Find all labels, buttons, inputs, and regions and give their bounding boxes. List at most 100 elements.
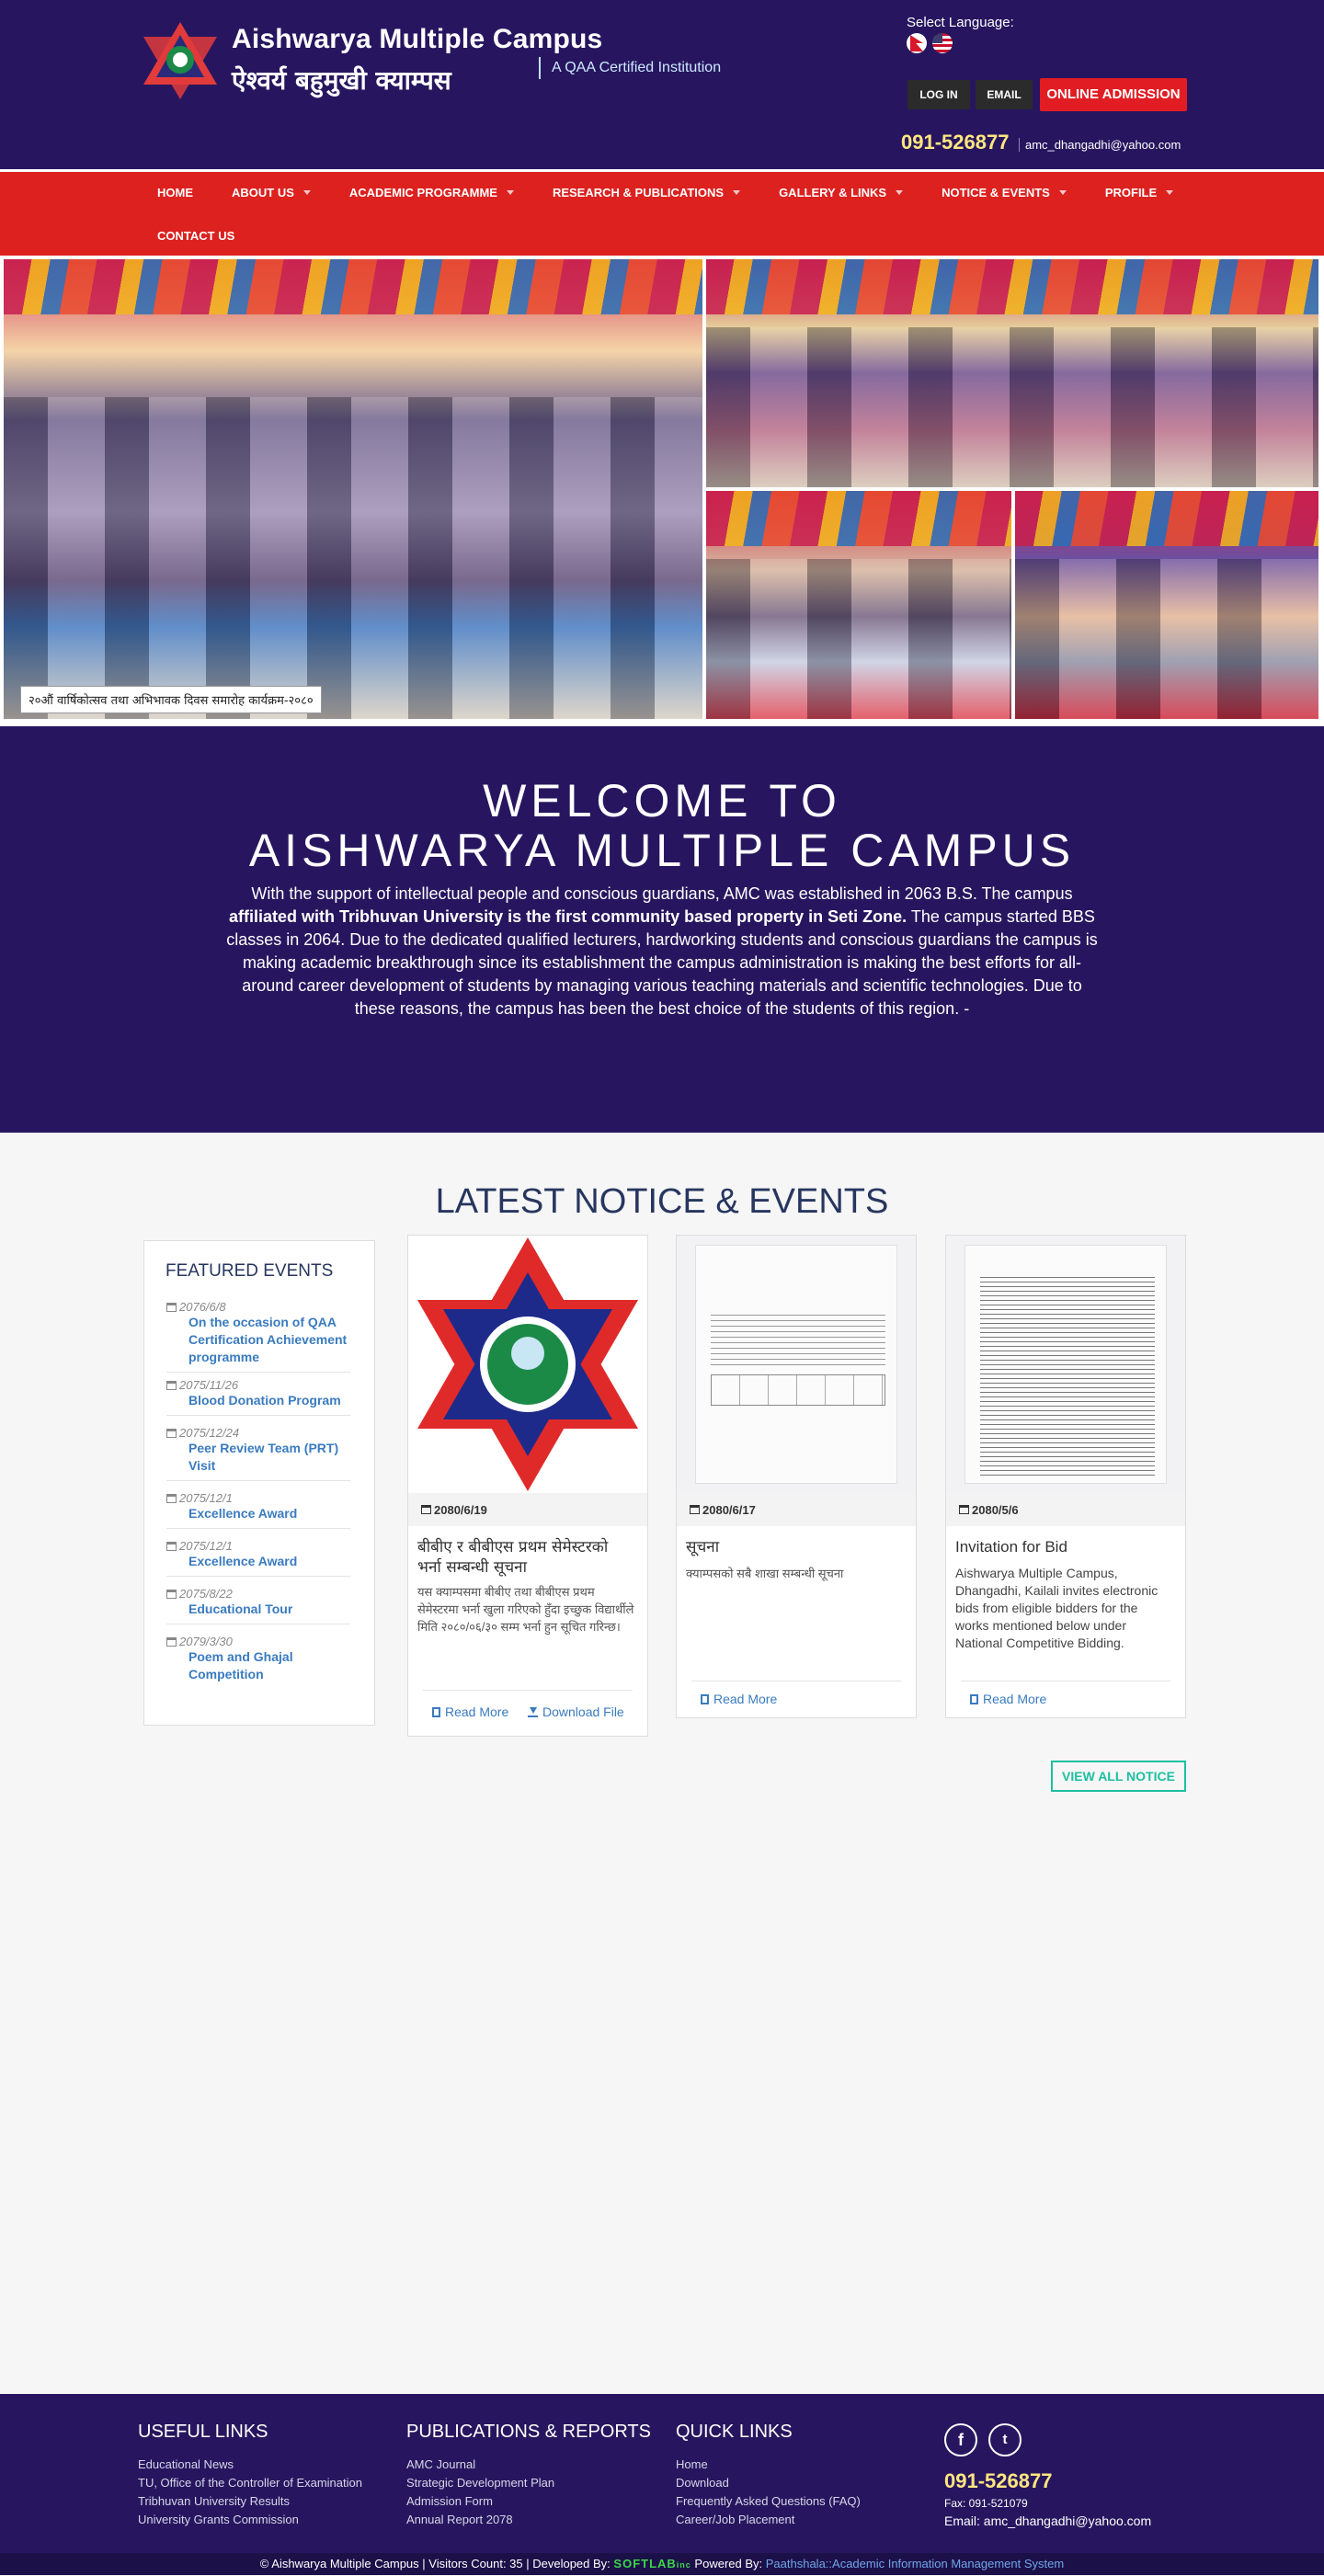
nav-home[interactable]: HOME (157, 186, 193, 199)
link-label: Read More (983, 1692, 1047, 1706)
notice-title[interactable]: सूचना (686, 1537, 903, 1557)
chevron-down-icon (302, 190, 311, 195)
footer-email: Email: amc_dhangadhi@yahoo.com (944, 2513, 1152, 2528)
qaa-certified-tagline: A QAA Certified Institution (539, 57, 721, 79)
aims-link[interactable]: Paathshala::Academic Information Managem… (766, 2557, 1064, 2570)
footer-link[interactable]: Home (676, 2456, 861, 2474)
online-admission-button[interactable]: ONLINE ADMISSION (1040, 78, 1187, 111)
document-icon (432, 1706, 440, 1717)
featured-event-link[interactable]: Excellence Award (188, 1505, 350, 1522)
nav-label: PROFILE (1104, 186, 1158, 199)
event-photo-podium[interactable] (706, 491, 1011, 719)
nav-label: RESEARCH & PUBLICATIONS (552, 186, 725, 199)
list-item: 2075/12/1 Excellence Award (166, 1491, 350, 1529)
notice-thumbnail[interactable] (677, 1236, 916, 1493)
calendar-icon (421, 1505, 431, 1514)
footer-link[interactable]: AMC Journal (406, 2456, 651, 2474)
notice-date: 2080/6/17 (702, 1502, 756, 1517)
footer-link[interactable]: Educational News (138, 2456, 362, 2474)
list-item: 2075/8/22 Educational Tour (166, 1587, 350, 1624)
publications-column: PUBLICATIONS & REPORTS AMC Journal Strat… (406, 2422, 651, 2529)
footer-link[interactable]: Strategic Development Plan (406, 2474, 651, 2492)
list-item: 2075/12/24 Peer Review Team (PRT) Visit (166, 1426, 350, 1481)
us-flag-icon[interactable] (932, 33, 953, 53)
useful-links-column: USEFUL LINKS Educational News TU, Office… (138, 2422, 362, 2529)
read-more-link[interactable]: Read More (432, 1704, 508, 1719)
calendar-icon (166, 1636, 177, 1647)
footer-link[interactable]: TU, Office of the Controller of Examinat… (138, 2474, 362, 2492)
nav-label: ABOUT US (232, 186, 294, 199)
read-more-link[interactable]: Read More (701, 1692, 777, 1706)
footer-link[interactable]: Admission Form (406, 2492, 651, 2511)
home-logo-link[interactable]: Aishwarya Multiple Campus ऐश्वर्य बहुमुख… (136, 17, 602, 105)
chevron-down-icon (1166, 190, 1174, 195)
login-button[interactable]: LOG IN (907, 80, 970, 109)
download-icon (528, 1706, 538, 1717)
footer-link[interactable]: University Grants Commission (138, 2511, 362, 2529)
powered-by-text: Powered By: (691, 2557, 766, 2570)
list-item: 2079/3/30 Poem and Ghajal Competition (166, 1635, 350, 1689)
header-phone: 091-526877 (901, 131, 1010, 154)
nav-label: ACADEMIC PROGRAMME (348, 186, 497, 199)
nav-academic-programme[interactable]: ACADEMIC PROGRAMME (349, 186, 514, 199)
featured-event-link[interactable]: Educational Tour (188, 1601, 350, 1618)
calendar-icon (166, 1493, 177, 1503)
nav-gallery-links[interactable]: GALLERY & LINKS (779, 186, 904, 199)
event-photo-speaker[interactable] (706, 259, 1318, 487)
link-label: Read More (713, 1692, 778, 1706)
featured-event-link[interactable]: Poem and Ghajal Competition (188, 1648, 350, 1683)
softlab-link[interactable]: SOFTLABinc (613, 2557, 691, 2570)
softlab-suffix: inc (676, 2560, 691, 2570)
notice-card: 2080/6/19 बीबीए र बीबीएस प्रथम सेमेस्टरक… (407, 1235, 648, 1737)
notice-title[interactable]: Invitation for Bid (955, 1537, 1172, 1557)
featured-events-title: FEATURED EVENTS (166, 1261, 334, 1281)
nav-contact-us[interactable]: CONTACT US (157, 229, 234, 243)
event-date: 2075/12/24 (179, 1426, 240, 1440)
welcome-section: WELCOME TO AISHWARYA MULTIPLE CAMPUS Wit… (0, 726, 1324, 1133)
footer-link[interactable]: Tribhuvan University Results (138, 2492, 362, 2511)
featured-event-link[interactable]: Peer Review Team (PRT) Visit (188, 1440, 350, 1475)
notice-description: क्याम्पसको सबै शाखा सम्बन्धी सूचना (686, 1567, 844, 1580)
header-email: amc_dhangadhi@yahoo.com (1019, 138, 1181, 152)
brand-name-english: Aishwarya Multiple Campus (232, 24, 603, 54)
notice-card: 2080/5/6 Invitation for Bid Aishwarya Mu… (945, 1235, 1186, 1718)
download-file-link[interactable]: Download File (528, 1704, 624, 1719)
copyright-text: © Aishwarya Multiple Campus | Visitors C… (259, 2557, 614, 2570)
chevron-down-icon (1058, 190, 1067, 195)
read-more-link[interactable]: Read More (970, 1692, 1046, 1706)
footer-link[interactable]: Frequently Asked Questions (FAQ) (676, 2492, 861, 2511)
notice-thumbnail[interactable] (946, 1236, 1185, 1493)
notice-title[interactable]: बीबीए र बीबीएस प्रथम सेमेस्टरको भर्ना सम… (417, 1537, 634, 1578)
footer-fax: Fax: 091-521079 (944, 2497, 1028, 2510)
event-photo-lamp-lighting[interactable] (4, 259, 702, 719)
list-item: 2076/6/8 On the occasion of QAA Certific… (166, 1300, 350, 1373)
nav-label: NOTICE & EVENTS (942, 186, 1050, 199)
intro-bold-text: affiliated with Tribhuvan University is … (229, 907, 907, 926)
nav-notice-events[interactable]: NOTICE & EVENTS (942, 186, 1067, 199)
nepal-flag-icon[interactable] (907, 33, 927, 53)
email-button[interactable]: EMAIL (976, 80, 1033, 109)
featured-event-link[interactable]: On the occasion of QAA Certification Ach… (188, 1314, 350, 1366)
notice-thumbnail[interactable] (408, 1236, 647, 1493)
view-all-notice-button[interactable]: VIEW ALL NOTICE (1051, 1761, 1186, 1792)
event-photo-guest[interactable] (1015, 491, 1318, 719)
select-language-label: Select Language: (907, 15, 1014, 30)
footer-heading: QUICK LINKS (676, 2422, 793, 2442)
calendar-icon (166, 1428, 177, 1438)
footer-link[interactable]: Download (676, 2474, 861, 2492)
footer-link[interactable]: Career/Job Placement (676, 2511, 861, 2529)
main-navigation: HOME ABOUT US ACADEMIC PROGRAMME RESEARC… (0, 169, 1324, 256)
campus-emblem-icon (417, 1237, 638, 1491)
nav-profile[interactable]: PROFILE (1104, 186, 1174, 199)
calendar-icon (166, 1589, 177, 1599)
facebook-icon[interactable]: f (944, 2423, 977, 2456)
featured-event-link[interactable]: Blood Donation Program (188, 1392, 350, 1409)
event-date: 2076/6/8 (179, 1300, 226, 1314)
twitter-icon[interactable]: t (988, 2423, 1022, 2456)
footer-link[interactable]: Annual Report 2078 (406, 2511, 651, 2529)
nav-about-us[interactable]: ABOUT US (232, 186, 311, 199)
featured-events-panel: FEATURED EVENTS 2076/6/8 On the occasion… (143, 1240, 375, 1726)
nav-research-publications[interactable]: RESEARCH & PUBLICATIONS (552, 186, 741, 199)
chevron-down-icon (896, 190, 904, 195)
featured-event-link[interactable]: Excellence Award (188, 1553, 350, 1570)
